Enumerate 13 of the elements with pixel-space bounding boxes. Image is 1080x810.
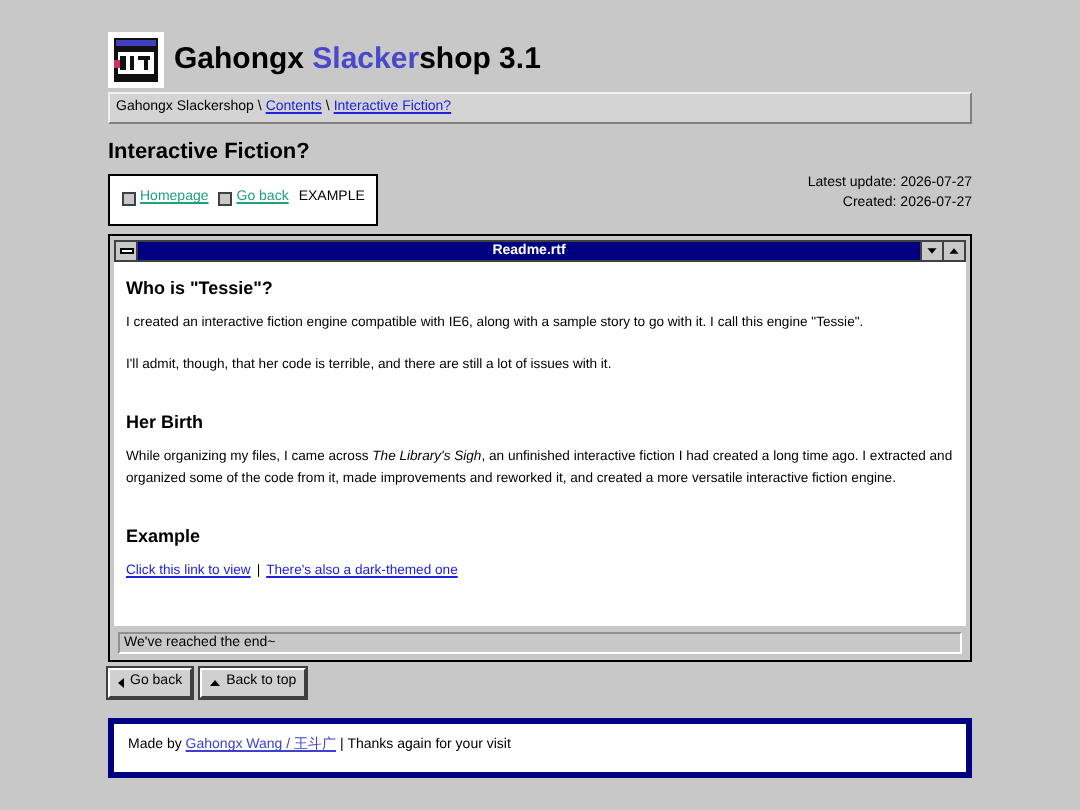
logo-icon: [108, 32, 164, 88]
checkbox-icon: [122, 192, 136, 206]
page-title: Interactive Fiction?: [108, 138, 312, 168]
left-arrow-icon: [118, 677, 124, 687]
section-heading: Her Birth: [126, 411, 206, 433]
minimize-icon[interactable]: [920, 241, 942, 259]
section-heading: Example: [126, 525, 203, 547]
checkbox-icon: [218, 192, 233, 206]
up-arrow-icon: [210, 679, 221, 685]
section-heading: Who is "Tessie"?: [126, 277, 275, 299]
system-menu-icon[interactable]: [116, 241, 138, 259]
site-title: Gahongx Slackershop 3.1: [174, 39, 541, 80]
maximize-icon[interactable]: [942, 241, 964, 259]
